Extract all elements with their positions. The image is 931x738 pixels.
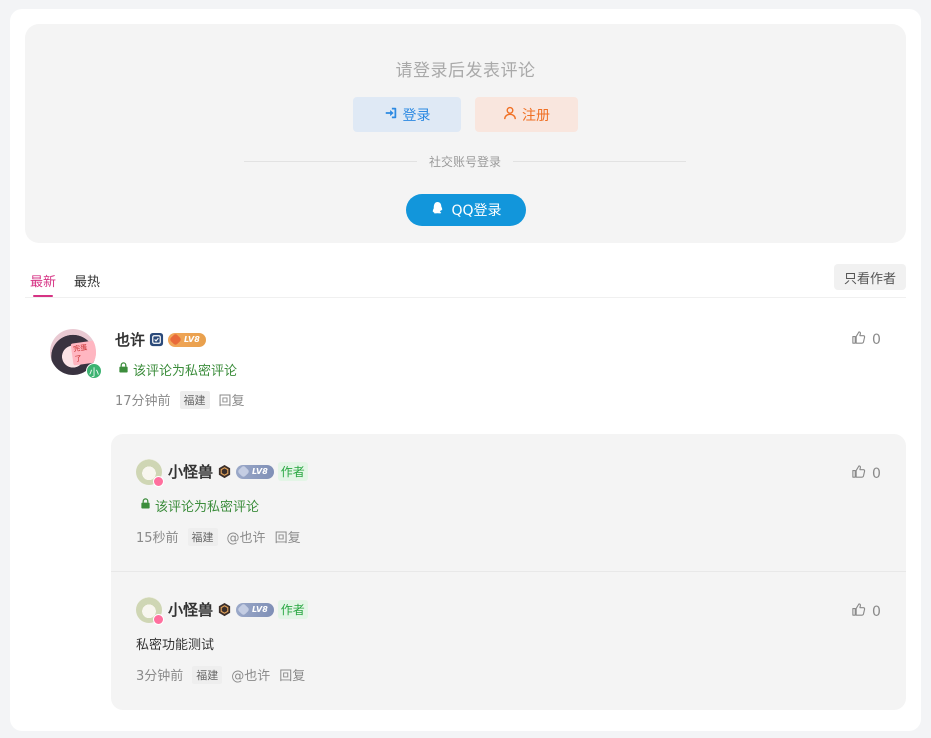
location-tag: 福建 [187,527,218,546]
reply-mention[interactable]: @也许 [231,665,270,684]
reply-time: 3分钟前 [136,669,184,684]
login-prompt: 请登录后发表评论 登录 注册 社交账号登录 QQ登录 [25,24,906,243]
like-button[interactable]: 0 [851,602,881,621]
author-only-button[interactable]: 只看作者 [833,264,906,290]
vip-shield-icon [149,332,164,347]
reply-mention[interactable]: @也许 [227,527,266,546]
divider-line [244,160,417,162]
comment-username[interactable]: 也许 [115,329,145,350]
author-tag: 作者 [277,600,308,619]
avatar-mini-badge [153,476,164,487]
level-badge-text: LV8 [184,335,200,344]
comment-header: 也许 LV8 [115,329,206,350]
level-badge: LV8 [236,464,274,479]
level-badge-text: LV8 [252,467,268,476]
reply-divider [111,571,906,572]
register-button[interactable]: 注册 [475,97,578,132]
level-badge-text: LV8 [252,605,268,614]
like-button[interactable]: 0 [851,464,881,483]
login-button[interactable]: 登录 [353,97,461,132]
reply-link[interactable]: 回复 [219,390,245,409]
avatar-sticker-text: 完蛋了 [70,340,96,366]
level-gem-icon [169,332,182,346]
reply-link[interactable]: 回复 [275,527,301,546]
thumbs-up-icon [851,330,866,349]
level-badge: LV8 [168,332,206,347]
location-tag: 福建 [179,390,210,409]
qq-login-button[interactable]: QQ登录 [406,194,526,226]
avatar[interactable] [136,459,164,487]
level-gem-icon [237,602,250,616]
tab-latest[interactable]: 最新 [30,271,56,297]
level-badge: LV8 [236,602,274,617]
like-count: 0 [872,603,881,620]
lock-icon [140,498,151,513]
reply-header: 小怪兽 LV8 作者 [168,599,308,620]
social-login-divider: 社交账号登录 [244,152,687,170]
register-button-label: 注册 [522,107,550,124]
qq-penguin-icon [430,201,445,220]
vip-shield-icon [217,464,232,479]
reply-thread: 小怪兽 LV8 作者 该评论为私密评论 15秒前 福建 @也许 回复 0 小怪兽… [111,434,906,710]
thumbs-up-icon [851,464,866,483]
lock-icon [118,362,129,377]
reply-content: 该评论为私密评论 [140,496,259,515]
comment-panel: 请登录后发表评论 登录 注册 社交账号登录 QQ登录 最新 最热 只看作者 完蛋… [10,9,921,731]
qq-login-label: QQ登录 [451,203,502,219]
vip-shield-icon [217,602,232,617]
reply-username[interactable]: 小怪兽 [168,599,213,620]
avatar-mini-badge [153,614,164,625]
level-gem-icon [237,464,250,478]
reply-meta: 3分钟前 福建 @也许 回复 [136,665,305,684]
thumbs-up-icon [851,602,866,621]
comment-time: 17分钟前 [115,394,171,409]
like-count: 0 [872,331,881,348]
user-icon [503,106,517,124]
author-tag: 作者 [277,462,308,481]
like-count: 0 [872,465,881,482]
like-button[interactable]: 0 [851,330,881,349]
reply-text: 私密功能测试 [136,638,215,653]
avatar[interactable]: 完蛋了 小 [50,329,102,379]
reply-link[interactable]: 回复 [279,665,305,684]
reply-time: 15秒前 [136,531,179,546]
comment-sort-tabs: 最新 最热 只看作者 [25,264,906,298]
comment-content: 该评论为私密评论 [118,360,237,379]
divider-line [513,160,687,162]
reply-header: 小怪兽 LV8 作者 [168,461,308,482]
location-tag: 福建 [192,665,223,684]
comment-text: 该评论为私密评论 [133,364,238,379]
reply-username[interactable]: 小怪兽 [168,461,213,482]
avatar-level-badge: 小 [86,363,102,379]
reply-meta: 15秒前 福建 @也许 回复 [136,527,301,546]
login-title: 请登录后发表评论 [395,61,536,81]
avatar[interactable] [136,597,164,625]
tab-hot[interactable]: 最热 [74,271,100,290]
reply-text: 该评论为私密评论 [155,500,260,515]
comment-meta: 17分钟前 福建 回复 [115,390,245,409]
social-login-label: 社交账号登录 [429,154,502,169]
login-button-label: 登录 [402,107,431,124]
sign-in-icon [384,106,398,124]
